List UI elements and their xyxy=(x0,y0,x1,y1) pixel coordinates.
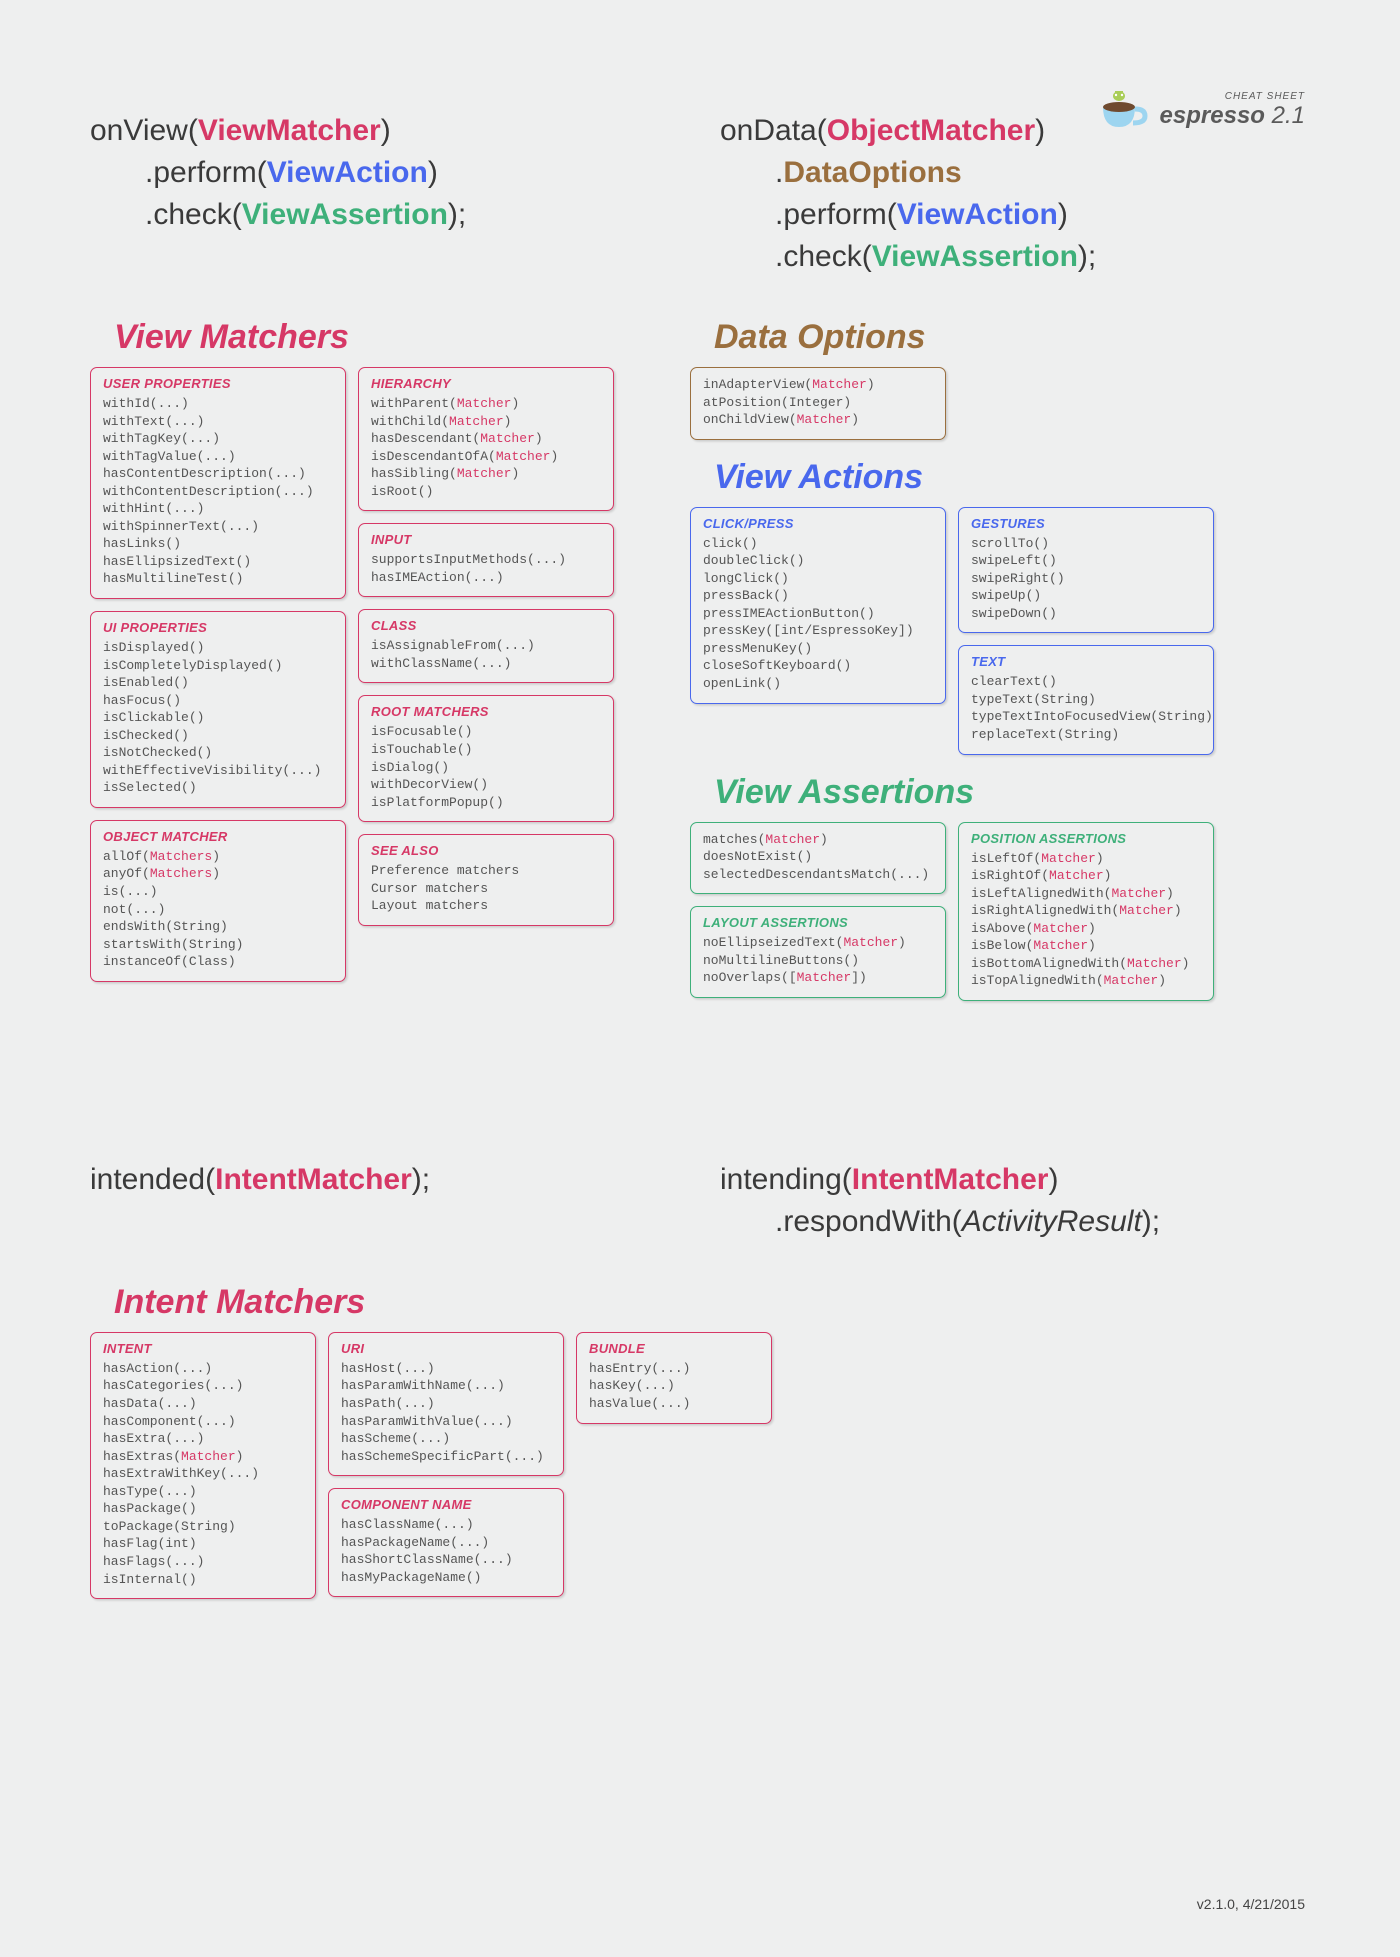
intended-signature: intended(IntentMatcher); xyxy=(90,1159,680,1243)
footer-version: v2.1.0, 4/21/2015 xyxy=(1197,1896,1305,1912)
view-matchers-title: View Matchers xyxy=(90,318,650,357)
view-assertions-section: View Assertions matches(Matcher) doesNot… xyxy=(690,773,1310,1001)
card-uri: URI hasHost(...) hasParamWithName(...) h… xyxy=(328,1332,564,1476)
card-bundle: BUNDLE hasEntry(...) hasKey(...) hasValu… xyxy=(576,1332,772,1424)
card-click-press: CLICK/PRESS click() doubleClick() longCl… xyxy=(690,507,946,704)
espresso-cup-icon xyxy=(1097,85,1152,135)
card-intent: INTENT hasAction(...) hasCategories(...)… xyxy=(90,1332,316,1599)
intent-matchers-title: Intent Matchers xyxy=(90,1283,1310,1322)
api-signatures-top: onView(ViewMatcher) .perform(ViewAction)… xyxy=(90,110,1310,278)
card-gestures: GESTURES scrollTo() swipeLeft() swipeRig… xyxy=(958,507,1214,634)
espresso-title: espresso 2.1 xyxy=(1160,102,1305,130)
card-object-matcher: OBJECT MATCHER allOf(Matchers) anyOf(Mat… xyxy=(90,820,346,982)
card-component-name: COMPONENT NAME hasClassName(...) hasPack… xyxy=(328,1488,564,1597)
card-position-assertions: POSITION ASSERTIONS isLeftOf(Matcher) is… xyxy=(958,822,1214,1001)
card-ui-properties: UI PROPERTIES isDisplayed() isCompletely… xyxy=(90,611,346,808)
data-options-section: Data Options inAdapterView(Matcher) atPo… xyxy=(690,318,1310,440)
intending-signature: intending(IntentMatcher) .respondWith(Ac… xyxy=(720,1159,1310,1243)
card-text-actions: TEXT clearText() typeText(String) typeTe… xyxy=(958,645,1214,754)
main-sections: View Matchers USER PROPERTIES withId(...… xyxy=(90,318,1310,1019)
cheat-sheet-label: CHEAT SHEET xyxy=(1225,91,1305,102)
card-assertions-main: matches(Matcher) doesNotExist() selected… xyxy=(690,822,946,895)
card-see-also: SEE ALSO Preference matchers Cursor matc… xyxy=(358,834,614,926)
logo: CHEAT SHEET espresso 2.1 xyxy=(1097,85,1305,135)
card-layout-assertions: LAYOUT ASSERTIONS noEllipseizedText(Matc… xyxy=(690,906,946,998)
card-user-properties: USER PROPERTIES withId(...) withText(...… xyxy=(90,367,346,599)
api-signatures-intent: intended(IntentMatcher); intending(Inten… xyxy=(90,1159,1310,1243)
intent-matchers-section: Intent Matchers INTENT hasAction(...) ha… xyxy=(90,1283,1310,1599)
view-actions-section: View Actions CLICK/PRESS click() doubleC… xyxy=(690,458,1310,755)
card-hierarchy: HIERARCHY withParent(Matcher) withChild(… xyxy=(358,367,614,511)
view-actions-title: View Actions xyxy=(690,458,1310,497)
card-data-options: inAdapterView(Matcher) atPosition(Intege… xyxy=(690,367,946,440)
card-root-matchers: ROOT MATCHERS isFocusable() isTouchable(… xyxy=(358,695,614,822)
view-assertions-title: View Assertions xyxy=(690,773,1310,812)
data-options-title: Data Options xyxy=(690,318,1310,357)
onview-signature: onView(ViewMatcher) .perform(ViewAction)… xyxy=(90,110,680,278)
ondata-signature: onData(ObjectMatcher) .DataOptions .perf… xyxy=(720,110,1310,278)
card-class: CLASS isAssignableFrom(...) withClassNam… xyxy=(358,609,614,683)
view-matchers-section: View Matchers USER PROPERTIES withId(...… xyxy=(90,318,650,982)
card-input: INPUT supportsInputMethods(...) hasIMEAc… xyxy=(358,523,614,597)
